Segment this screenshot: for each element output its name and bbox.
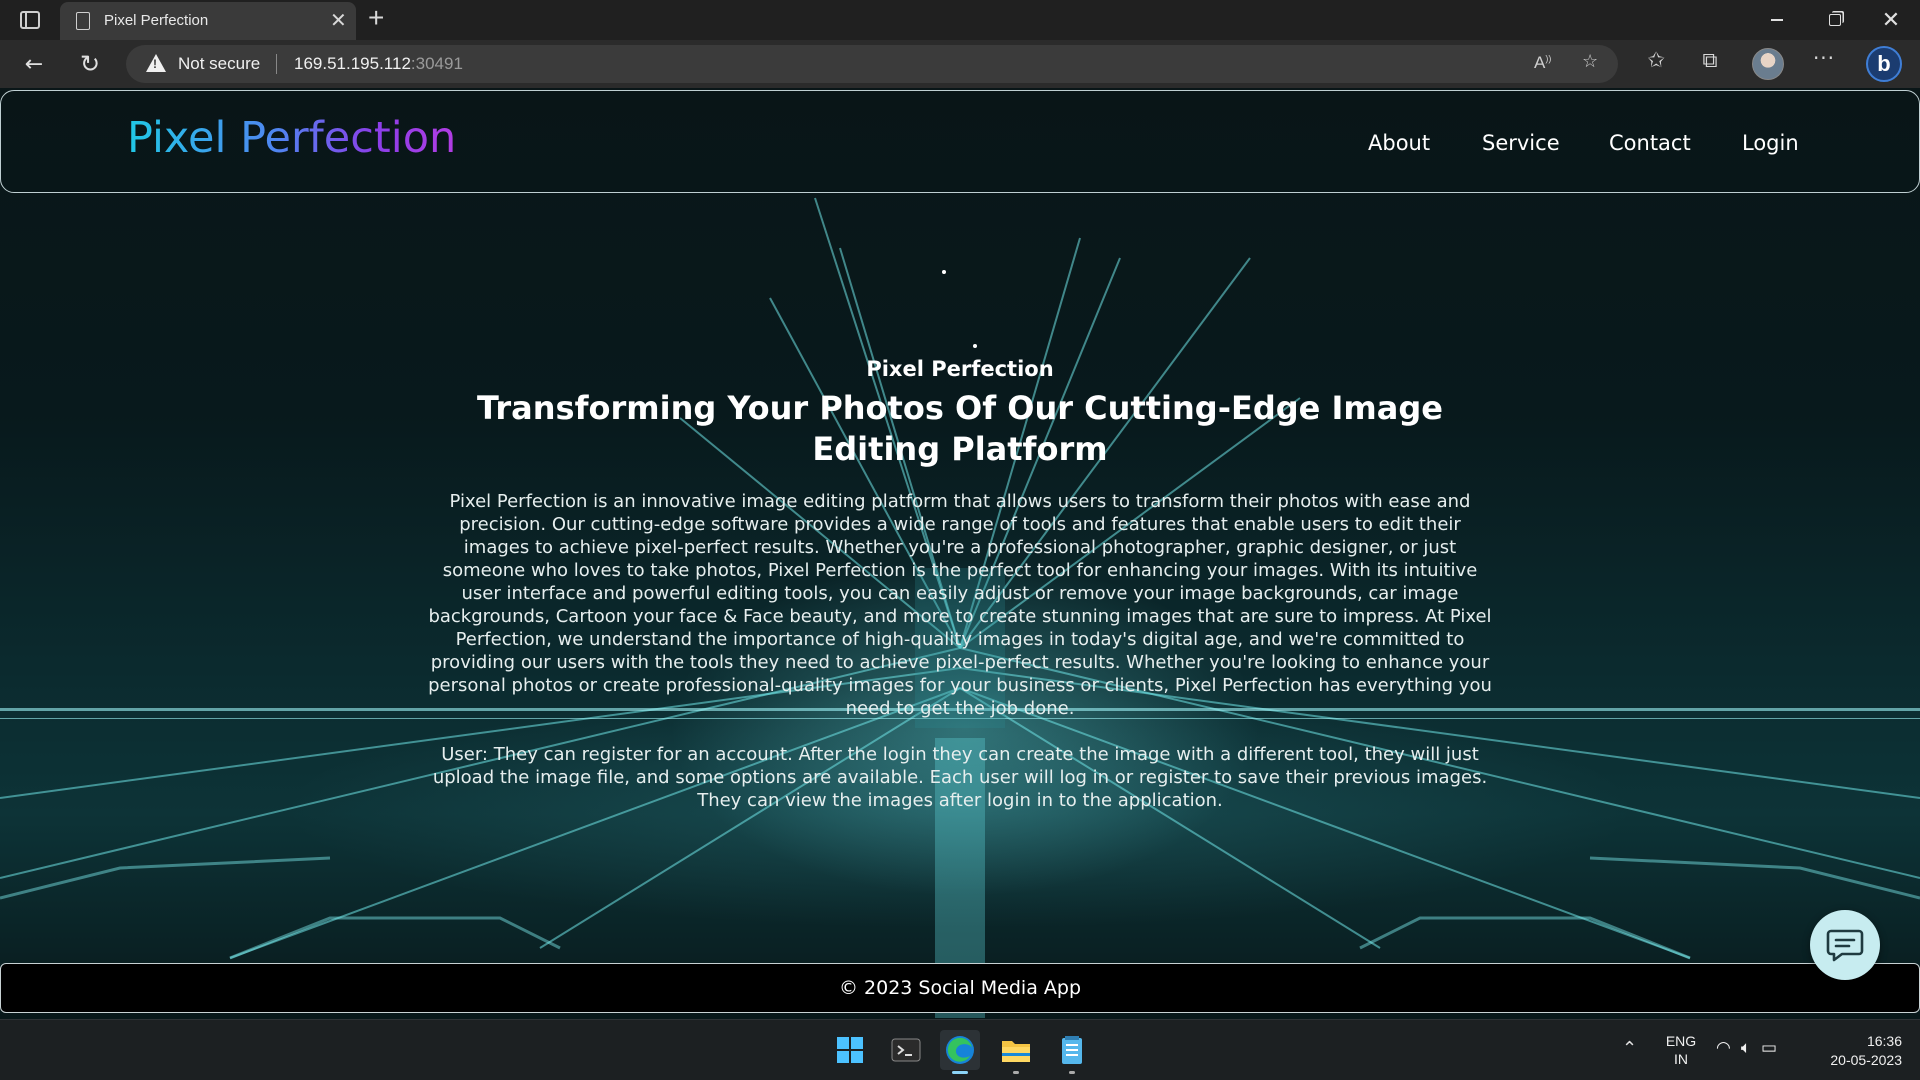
hero-section: Pixel Perfection Transforming Your Photo… bbox=[420, 356, 1500, 812]
notepad-icon[interactable] bbox=[1052, 1030, 1092, 1074]
collections-icon[interactable]: ⧉ bbox=[1694, 48, 1726, 73]
warning-icon[interactable] bbox=[146, 54, 166, 72]
nav-service-link[interactable]: Service bbox=[1482, 131, 1560, 155]
close-window-button[interactable]: ✕ bbox=[1862, 0, 1920, 40]
battery-icon[interactable]: ▭ bbox=[1761, 1038, 1777, 1058]
read-aloud-icon[interactable]: A)) bbox=[1534, 53, 1551, 73]
terminal-icon[interactable] bbox=[886, 1030, 926, 1070]
restore-button[interactable] bbox=[1806, 0, 1864, 40]
chevron-up-icon[interactable]: ⌃ bbox=[1622, 1038, 1637, 1059]
new-tab-button[interactable]: + bbox=[368, 2, 384, 34]
active-indicator bbox=[952, 1071, 968, 1074]
reload-icon[interactable]: ↻ bbox=[76, 50, 104, 78]
region-code: IN bbox=[1674, 1051, 1688, 1067]
security-label[interactable]: Not secure bbox=[178, 54, 260, 74]
add-favorite-icon[interactable]: ☆ bbox=[1582, 51, 1598, 72]
favorites-icon[interactable]: ✩ bbox=[1640, 48, 1672, 72]
page-icon bbox=[76, 12, 90, 30]
close-tab-icon[interactable]: ✕ bbox=[330, 8, 347, 33]
wifi-icon[interactable]: ◠ bbox=[1716, 1038, 1731, 1058]
chat-icon bbox=[1826, 929, 1864, 962]
browser-tab[interactable]: Pixel Perfection ✕ bbox=[60, 2, 356, 40]
hero-eyebrow: Pixel Perfection bbox=[866, 357, 1054, 381]
footer-copyright: © 2023 Social Media App bbox=[838, 977, 1082, 999]
url-port: :30491 bbox=[410, 54, 463, 73]
hero-description: Pixel Perfection is an innovative image … bbox=[428, 491, 1492, 719]
browser-tab-bar: Pixel Perfection ✕ + ✕ bbox=[0, 0, 1920, 40]
tab-actions-icon[interactable] bbox=[20, 11, 40, 29]
start-icon[interactable] bbox=[830, 1030, 870, 1070]
bing-icon[interactable]: b bbox=[1866, 46, 1902, 82]
volume-icon[interactable]: 🔈︎ bbox=[1741, 1038, 1751, 1058]
clock-date: 20-05-2023 bbox=[1830, 1052, 1902, 1068]
back-icon[interactable]: ← bbox=[20, 50, 48, 78]
browser-toolbar: ← ↻ Not secure 169.51.195.112:30491 A)) … bbox=[0, 40, 1920, 88]
url-text[interactable]: 169.51.195.112:30491 bbox=[294, 54, 463, 74]
chat-button[interactable] bbox=[1810, 910, 1880, 980]
nav-login-link[interactable]: Login bbox=[1742, 131, 1799, 155]
more-icon[interactable]: ··· bbox=[1808, 46, 1840, 70]
hero-title: Transforming Your Photos Of Our Cutting-… bbox=[477, 389, 1443, 468]
address-bar[interactable]: Not secure 169.51.195.112:30491 A)) ☆ bbox=[126, 45, 1618, 83]
page-viewport: Pixel Perfection About Service Contact L… bbox=[0, 88, 1920, 1019]
site-navbar: Pixel Perfection About Service Contact L… bbox=[0, 90, 1920, 193]
tab-title: Pixel Perfection bbox=[104, 12, 209, 29]
nav-contact-link[interactable]: Contact bbox=[1609, 131, 1691, 155]
minimize-button[interactable] bbox=[1748, 0, 1806, 40]
os-taskbar: ⌃ ENG IN ◠ 🔈︎ ▭ 16:36 20-05-2023 bbox=[0, 1019, 1920, 1080]
brand-logo[interactable]: Pixel Perfection bbox=[127, 113, 456, 163]
hero-user-description: User: They can register for an account. … bbox=[432, 744, 1488, 811]
running-indicator bbox=[1069, 1071, 1075, 1074]
language-indicator[interactable]: ENG IN bbox=[1664, 1032, 1698, 1068]
running-indicator bbox=[1013, 1071, 1019, 1074]
profile-avatar[interactable] bbox=[1752, 48, 1784, 80]
site-footer: © 2023 Social Media App bbox=[0, 963, 1920, 1013]
system-tray[interactable]: ◠ 🔈︎ ▭ bbox=[1716, 1038, 1777, 1058]
nav-about-link[interactable]: About bbox=[1368, 131, 1430, 155]
clock-time: 16:36 bbox=[1866, 1033, 1902, 1049]
file-explorer-icon[interactable] bbox=[996, 1030, 1036, 1074]
clock[interactable]: 16:36 20-05-2023 bbox=[1812, 1032, 1902, 1070]
url-host: 169.51.195.112 bbox=[294, 54, 411, 73]
language-code: ENG bbox=[1665, 1033, 1697, 1049]
address-divider bbox=[276, 54, 277, 74]
edge-icon[interactable] bbox=[940, 1030, 980, 1074]
